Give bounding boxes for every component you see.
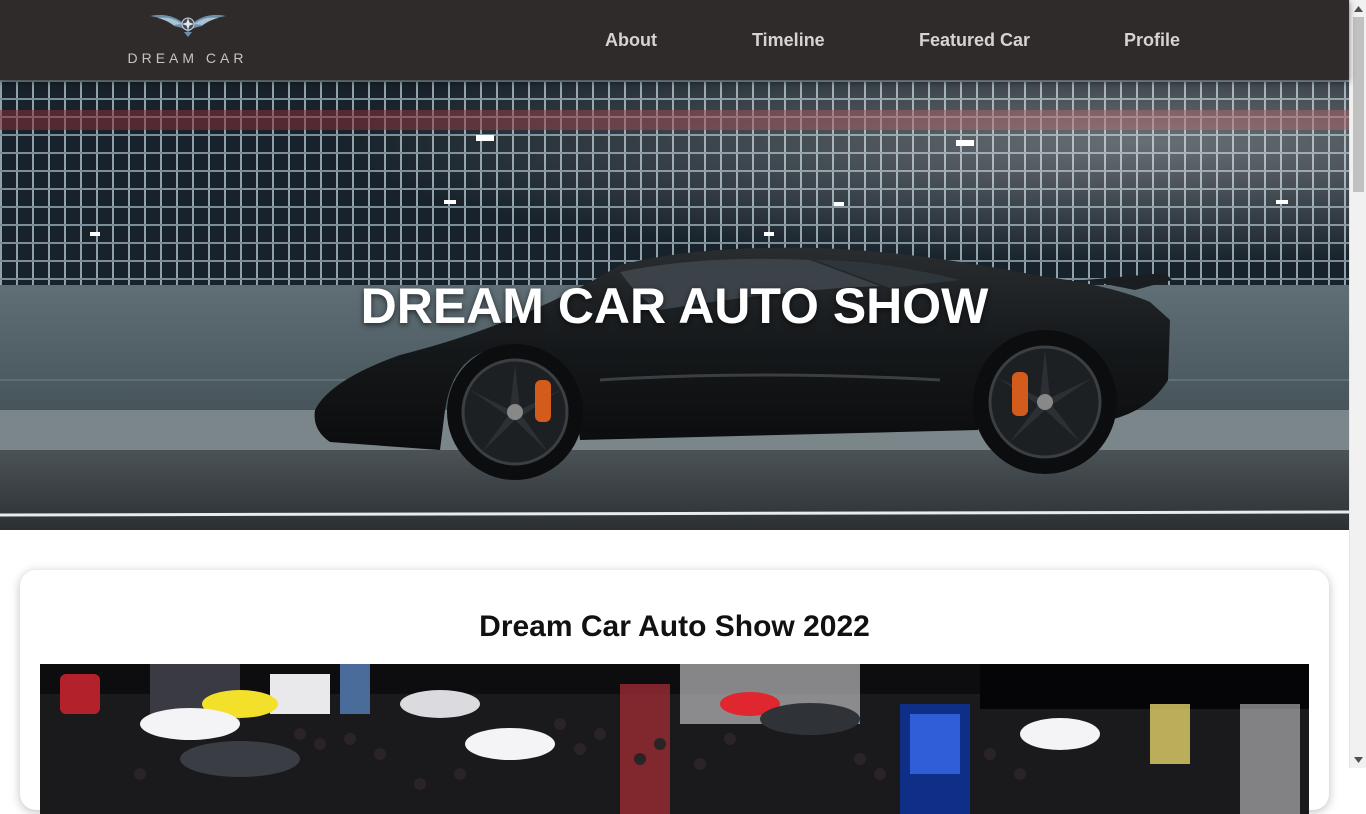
navbar: DREAM CAR About Timeline Featured Car Pr… [0, 0, 1349, 80]
main-nav: About Timeline Featured Car Profile [0, 0, 1349, 80]
nav-profile-link[interactable]: Profile [1124, 30, 1180, 51]
nav-about-link[interactable]: About [605, 30, 657, 51]
page-scrollbar[interactable] [1349, 0, 1366, 768]
scrollbar-thumb[interactable] [1353, 17, 1364, 192]
scroll-down-icon[interactable] [1350, 751, 1366, 768]
event-card: Dream Car Auto Show 2022 [20, 570, 1329, 814]
nav-featured-car-link[interactable]: Featured Car [919, 30, 1030, 51]
nav-timeline-link[interactable]: Timeline [752, 30, 825, 51]
hero-banner: DREAM CAR AUTO SHOW [0, 80, 1349, 530]
hero-title: DREAM CAR AUTO SHOW [360, 278, 989, 334]
auto-show-photo-art [40, 664, 1309, 814]
event-title: Dream Car Auto Show 2022 [479, 610, 870, 643]
auto-show-crowd-photo [40, 664, 1309, 814]
scroll-up-icon[interactable] [1350, 0, 1366, 17]
